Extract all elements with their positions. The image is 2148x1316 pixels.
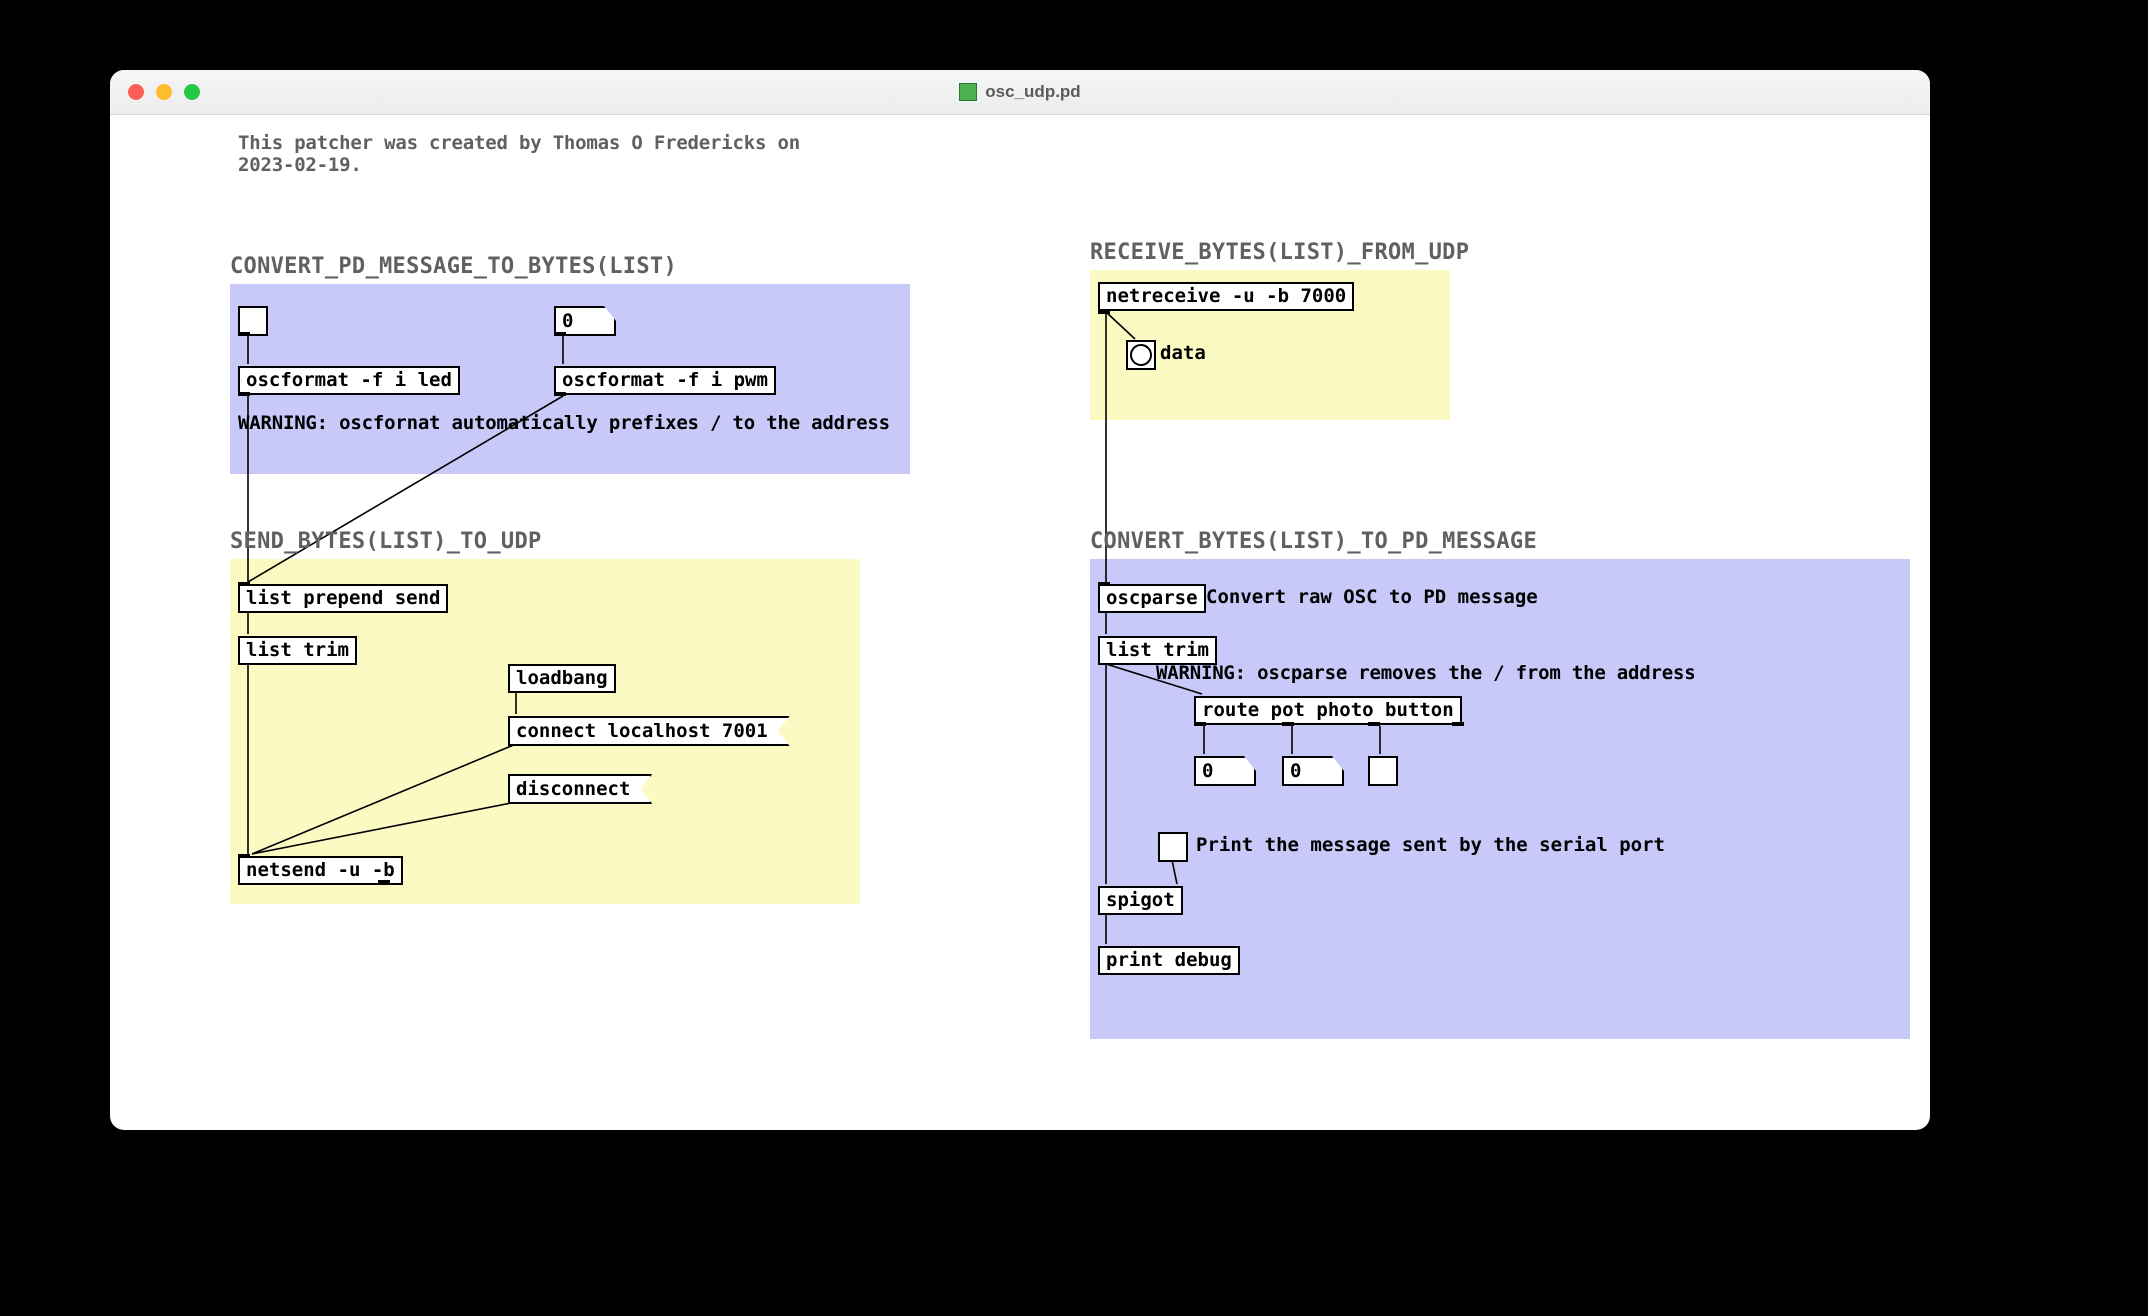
titlebar[interactable]: osc_udp.pd xyxy=(110,70,1930,115)
window-title-text: osc_udp.pd xyxy=(985,82,1080,102)
warning-oscformat: WARNING: oscfornat automatically prefixe… xyxy=(238,412,890,434)
pd-file-icon xyxy=(959,83,977,101)
section-send-udp: SEND_BYTES(LIST)_TO_UDP xyxy=(230,529,542,554)
section-convert-to-bytes: CONVERT_PD_MESSAGE_TO_BYTES(LIST) xyxy=(230,254,677,279)
warning-oscparse: WARNING: oscparse removes the / from the… xyxy=(1156,662,1695,684)
obj-spigot[interactable]: spigot xyxy=(1098,886,1183,915)
section-receive-udp: RECEIVE_BYTES(LIST)_FROM_UDP xyxy=(1090,240,1469,265)
msg-connect[interactable]: connect localhost 7001 xyxy=(508,716,790,746)
obj-print-debug[interactable]: print debug xyxy=(1098,946,1240,975)
window-controls xyxy=(128,84,200,100)
header-comment: This patcher was created by Thomas O Fre… xyxy=(238,132,800,176)
zoom-icon[interactable] xyxy=(184,84,200,100)
label-oscparse: Convert raw OSC to PD message xyxy=(1206,586,1538,608)
numbox-pot[interactable]: 0 xyxy=(1194,756,1256,786)
app-window: osc_udp.pd xyxy=(110,70,1930,1130)
obj-list-trim-1[interactable]: list trim xyxy=(238,636,357,665)
label-data: data xyxy=(1160,342,1206,364)
msg-disconnect[interactable]: disconnect xyxy=(508,774,652,804)
obj-list-prepend-send[interactable]: list prepend send xyxy=(238,584,448,613)
obj-route[interactable]: route pot photo button xyxy=(1194,696,1462,725)
obj-list-trim-2[interactable]: list trim xyxy=(1098,636,1217,665)
window-title: osc_udp.pd xyxy=(959,82,1080,102)
section-convert-to-msg: CONVERT_BYTES(LIST)_TO_PD_MESSAGE xyxy=(1090,529,1537,554)
obj-oscformat-pwm[interactable]: oscformat -f i pwm xyxy=(554,366,776,395)
minimize-icon[interactable] xyxy=(156,84,172,100)
obj-oscformat-led[interactable]: oscformat -f i led xyxy=(238,366,460,395)
patch-canvas[interactable]: This patcher was created by Thomas O Fre… xyxy=(110,114,1930,1130)
label-print: Print the message sent by the serial por… xyxy=(1196,834,1665,856)
bang-data[interactable] xyxy=(1126,340,1156,370)
close-icon[interactable] xyxy=(128,84,144,100)
obj-loadbang[interactable]: loadbang xyxy=(508,664,616,693)
obj-oscparse[interactable]: oscparse xyxy=(1098,584,1206,613)
toggle-print[interactable] xyxy=(1158,832,1188,862)
obj-netreceive[interactable]: netreceive -u -b 7000 xyxy=(1098,282,1354,311)
toggle-button-out[interactable] xyxy=(1368,756,1398,786)
numbox-photo[interactable]: 0 xyxy=(1282,756,1344,786)
